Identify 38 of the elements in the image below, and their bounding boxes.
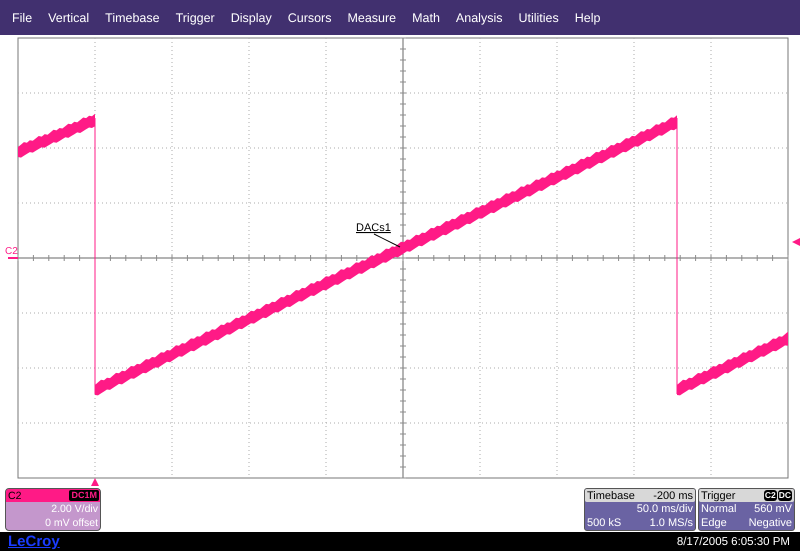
trigger-level: 560 mV (754, 502, 792, 516)
sample-rate: 1.0 MS/s (650, 516, 693, 530)
menu-item[interactable]: Analysis (448, 10, 510, 24)
vertical-scale: 2.00 V/div (50, 502, 99, 516)
leader-line (374, 234, 400, 248)
source-badge: C2 (764, 490, 777, 501)
trigger-panel[interactable]: Trigger C2 DC Normal 560 mV Edge Negative (698, 488, 795, 531)
trigger-level-marker (792, 238, 800, 246)
trigger-type: Edge (701, 516, 727, 530)
channel-marker: C2 (5, 246, 18, 257)
trigger-position-marker (91, 478, 99, 486)
menu-item[interactable]: Vertical (40, 10, 98, 24)
menu-item[interactable]: Help (566, 10, 608, 24)
menu-item[interactable]: Trigger (168, 10, 223, 24)
channel-panel[interactable]: C2 DC1M 2.00 V/div 0 mV offset (5, 488, 101, 531)
menu-item[interactable]: Timebase (97, 10, 168, 24)
menu-item[interactable]: Cursors (280, 10, 340, 24)
date-time: 8/17/2005 6:05:30 PM (676, 536, 790, 548)
trigger-slope: Negative (748, 516, 792, 530)
coupling-badge: DC (778, 490, 792, 501)
menu-item[interactable]: Math (404, 10, 448, 24)
menu-item[interactable]: File (4, 10, 40, 24)
panel-title: Trigger (701, 490, 736, 502)
panel-title: Timebase (587, 490, 635, 502)
menu-item[interactable]: Measure (339, 10, 404, 24)
coupling-badge: DC1M (69, 490, 99, 501)
brand-logo: LeCroy (8, 533, 60, 550)
timebase-panel[interactable]: Timebase -200 ms 50.0 ms/div 500 kS 1.0 MS/s (584, 488, 696, 531)
delay-value: -200 ms (653, 490, 693, 502)
annotation-label: DACs1 (356, 222, 391, 234)
menu-item[interactable]: Display (222, 10, 280, 24)
channel-label: C2 (8, 490, 22, 502)
trigger-mode: Normal (701, 502, 736, 516)
time-scale: 50.0 ms/div (636, 502, 693, 516)
offset-value: 0 mV offset (44, 516, 99, 530)
sample-count: 500 kS (587, 516, 622, 530)
channel-level-marker (8, 257, 18, 259)
menu-item[interactable]: Utilities (510, 10, 567, 24)
